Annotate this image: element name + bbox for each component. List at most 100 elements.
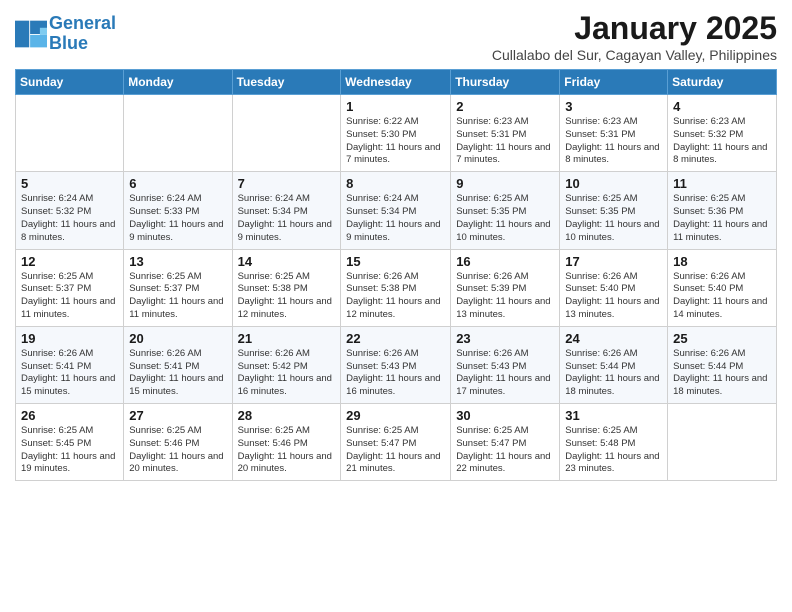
calendar-week-0: 1 Sunrise: 6:22 AM Sunset: 5:30 PM Daylig… [16,95,777,172]
day-info: Sunrise: 6:25 AM Sunset: 5:35 PM Dayligh… [565,193,662,244]
calendar-cell: 2 Sunrise: 6:23 AM Sunset: 5:31 PM Daylig… [451,95,560,172]
day-number: 8 [346,176,445,191]
day-info: Sunrise: 6:24 AM Sunset: 5:32 PM Dayligh… [21,193,118,244]
calendar-cell: 17Sunrise: 6:26 AM Sunset: 5:40 PM Dayli… [560,249,668,326]
day-info: Sunrise: 6:26 AM Sunset: 5:41 PM Dayligh… [129,348,226,399]
calendar-cell: 27 Sunrise: 6:25 AM Sunset: 5:46 PM Dayli… [124,404,232,481]
calendar-cell: 11 Sunrise: 6:25 AM Sunset: 5:36 PM Dayli… [668,172,777,249]
calendar-cell: 6Sunrise: 6:24 AM Sunset: 5:33 PM Daylig… [124,172,232,249]
day-number: 19 [21,331,118,346]
day-info: Sunrise: 6:25 AM Sunset: 5:46 PM Dayligh… [129,425,226,476]
day-number: 5 [21,176,118,191]
col-header-saturday: Saturday [668,70,777,95]
logo-icon [15,20,47,48]
day-number: 18 [673,254,771,269]
logo-line2: Blue [49,33,88,53]
calendar-header-row: SundayMondayTuesdayWednesdayThursdayFrid… [16,70,777,95]
calendar-cell: 29 Sunrise: 6:25 AM Sunset: 5:47 PM Dayli… [341,404,451,481]
day-number: 3 [565,99,662,114]
calendar-cell: 9Sunrise: 6:25 AM Sunset: 5:35 PM Daylig… [451,172,560,249]
col-header-monday: Monday [124,70,232,95]
calendar-table: SundayMondayTuesdayWednesdayThursdayFrid… [15,69,777,481]
calendar-cell: 7 Sunrise: 6:24 AM Sunset: 5:34 PM Daylig… [232,172,341,249]
calendar-cell: 19 Sunrise: 6:26 AM Sunset: 5:41 PM Dayli… [16,326,124,403]
day-number: 22 [346,331,445,346]
day-info: Sunrise: 6:24 AM Sunset: 5:34 PM Dayligh… [238,193,336,244]
day-info: Sunrise: 6:26 AM Sunset: 5:38 PM Dayligh… [346,271,445,322]
calendar-cell [668,404,777,481]
col-header-tuesday: Tuesday [232,70,341,95]
day-number: 27 [129,408,226,423]
calendar-cell: 18Sunrise: 6:26 AM Sunset: 5:40 PM Dayli… [668,249,777,326]
day-info: Sunrise: 6:26 AM Sunset: 5:43 PM Dayligh… [346,348,445,399]
calendar-cell: 31 Sunrise: 6:25 AM Sunset: 5:48 PM Dayli… [560,404,668,481]
logo-text: General Blue [49,14,116,54]
calendar-cell: 5 Sunrise: 6:24 AM Sunset: 5:32 PM Daylig… [16,172,124,249]
col-header-sunday: Sunday [16,70,124,95]
day-number: 4 [673,99,771,114]
day-info: Sunrise: 6:23 AM Sunset: 5:31 PM Dayligh… [456,116,554,167]
day-info: Sunrise: 6:25 AM Sunset: 5:47 PM Dayligh… [346,425,445,476]
calendar-cell: 22 Sunrise: 6:26 AM Sunset: 5:43 PM Dayli… [341,326,451,403]
page-header: General Blue January 2025 Cullalabo del … [15,10,777,63]
day-number: 15 [346,254,445,269]
calendar-cell: 16 Sunrise: 6:26 AM Sunset: 5:39 PM Dayli… [451,249,560,326]
day-info: Sunrise: 6:25 AM Sunset: 5:46 PM Dayligh… [238,425,336,476]
col-header-thursday: Thursday [451,70,560,95]
calendar-cell: 23 Sunrise: 6:26 AM Sunset: 5:43 PM Dayli… [451,326,560,403]
day-info: Sunrise: 6:26 AM Sunset: 5:43 PM Dayligh… [456,348,554,399]
calendar-week-4: 26 Sunrise: 6:25 AM Sunset: 5:45 PM Dayli… [16,404,777,481]
day-info: Sunrise: 6:25 AM Sunset: 5:48 PM Dayligh… [565,425,662,476]
day-number: 7 [238,176,336,191]
calendar-week-2: 12 Sunrise: 6:25 AM Sunset: 5:37 PM Dayli… [16,249,777,326]
day-number: 26 [21,408,118,423]
month-title: January 2025 [492,10,777,47]
calendar-week-3: 19 Sunrise: 6:26 AM Sunset: 5:41 PM Dayli… [16,326,777,403]
day-number: 16 [456,254,554,269]
calendar-cell: 24 Sunrise: 6:26 AM Sunset: 5:44 PM Dayli… [560,326,668,403]
calendar-cell: 15 Sunrise: 6:26 AM Sunset: 5:38 PM Dayli… [341,249,451,326]
calendar-cell: 14Sunrise: 6:25 AM Sunset: 5:38 PM Dayli… [232,249,341,326]
calendar-cell: 20Sunrise: 6:26 AM Sunset: 5:41 PM Dayli… [124,326,232,403]
calendar-cell: 12 Sunrise: 6:25 AM Sunset: 5:37 PM Dayli… [16,249,124,326]
calendar-cell [16,95,124,172]
day-number: 6 [129,176,226,191]
calendar-cell: 13Sunrise: 6:25 AM Sunset: 5:37 PM Dayli… [124,249,232,326]
day-number: 11 [673,176,771,191]
calendar-cell: 30Sunrise: 6:25 AM Sunset: 5:47 PM Dayli… [451,404,560,481]
day-info: Sunrise: 6:26 AM Sunset: 5:44 PM Dayligh… [673,348,771,399]
logo: General Blue [15,14,116,54]
calendar-week-1: 5 Sunrise: 6:24 AM Sunset: 5:32 PM Daylig… [16,172,777,249]
day-number: 31 [565,408,662,423]
day-info: Sunrise: 6:23 AM Sunset: 5:31 PM Dayligh… [565,116,662,167]
day-info: Sunrise: 6:22 AM Sunset: 5:30 PM Dayligh… [346,116,445,167]
day-info: Sunrise: 6:26 AM Sunset: 5:39 PM Dayligh… [456,271,554,322]
day-number: 24 [565,331,662,346]
calendar-cell: 3 Sunrise: 6:23 AM Sunset: 5:31 PM Daylig… [560,95,668,172]
day-info: Sunrise: 6:25 AM Sunset: 5:37 PM Dayligh… [21,271,118,322]
day-number: 21 [238,331,336,346]
day-number: 13 [129,254,226,269]
day-info: Sunrise: 6:25 AM Sunset: 5:45 PM Dayligh… [21,425,118,476]
day-number: 9 [456,176,554,191]
day-number: 29 [346,408,445,423]
calendar-cell: 1 Sunrise: 6:22 AM Sunset: 5:30 PM Daylig… [341,95,451,172]
day-number: 1 [346,99,445,114]
day-info: Sunrise: 6:26 AM Sunset: 5:44 PM Dayligh… [565,348,662,399]
calendar-cell: 26 Sunrise: 6:25 AM Sunset: 5:45 PM Dayli… [16,404,124,481]
day-number: 2 [456,99,554,114]
day-number: 23 [456,331,554,346]
calendar-cell: 10Sunrise: 6:25 AM Sunset: 5:35 PM Dayli… [560,172,668,249]
calendar-body: 1 Sunrise: 6:22 AM Sunset: 5:30 PM Daylig… [16,95,777,481]
calendar-cell: 28 Sunrise: 6:25 AM Sunset: 5:46 PM Dayli… [232,404,341,481]
col-header-friday: Friday [560,70,668,95]
day-info: Sunrise: 6:25 AM Sunset: 5:36 PM Dayligh… [673,193,771,244]
day-info: Sunrise: 6:25 AM Sunset: 5:38 PM Dayligh… [238,271,336,322]
day-number: 12 [21,254,118,269]
day-number: 28 [238,408,336,423]
day-info: Sunrise: 6:26 AM Sunset: 5:41 PM Dayligh… [21,348,118,399]
day-number: 17 [565,254,662,269]
title-block: January 2025 Cullalabo del Sur, Cagayan … [492,10,777,63]
subtitle: Cullalabo del Sur, Cagayan Valley, Phili… [492,47,777,63]
col-header-wednesday: Wednesday [341,70,451,95]
